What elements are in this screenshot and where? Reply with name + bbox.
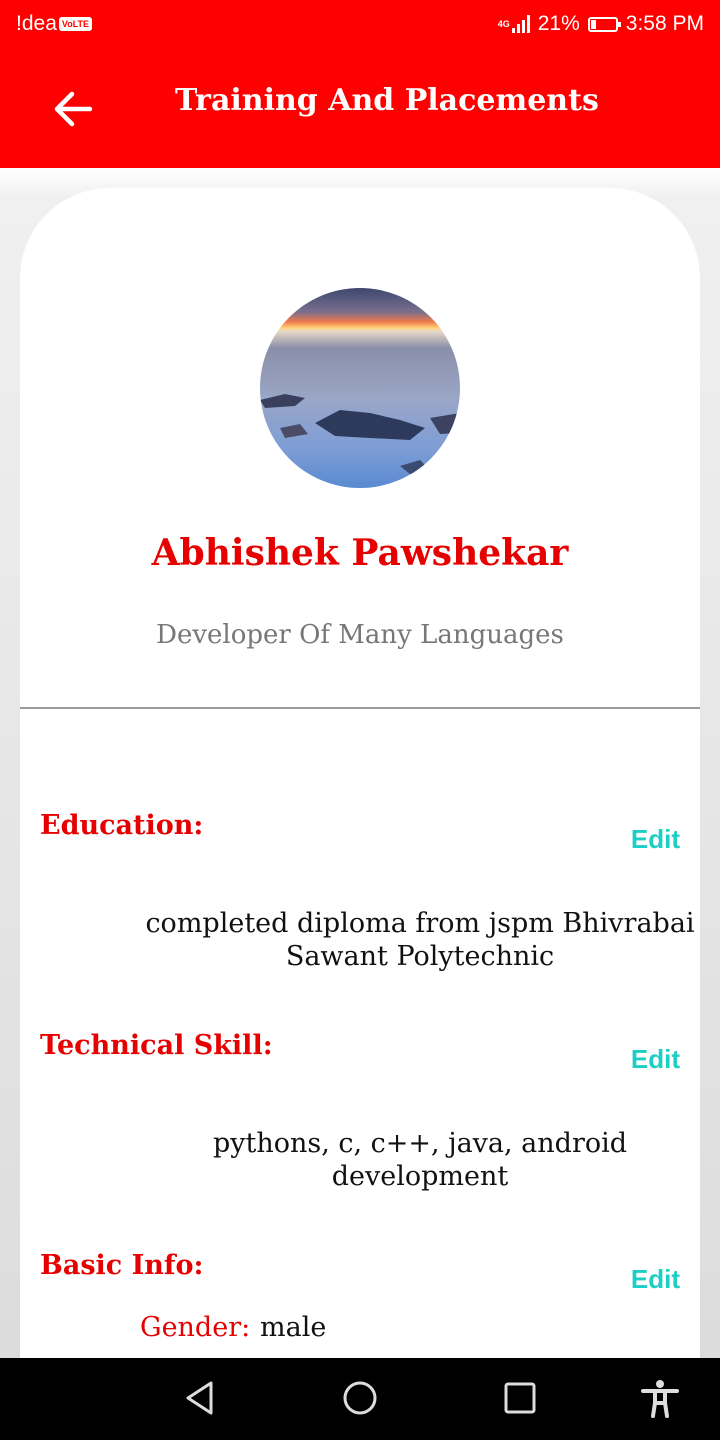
- nav-back-button[interactable]: [180, 1378, 220, 1418]
- nav-recents-button[interactable]: [500, 1378, 540, 1418]
- back-button[interactable]: [50, 86, 96, 132]
- gender-label: Gender:: [140, 1312, 251, 1343]
- nav-home-button[interactable]: [340, 1378, 380, 1418]
- avatar[interactable]: [260, 288, 460, 488]
- app-bar: Training And Placements: [0, 50, 720, 168]
- arrow-left-icon: [54, 91, 93, 127]
- signal-icon: [511, 15, 530, 33]
- education-text-line2: Sawant Polytechnic: [285, 941, 555, 972]
- battery-icon: [587, 16, 621, 32]
- technical-skill-text-line1: pythons, c, c++, java, android: [212, 1128, 628, 1159]
- network-type: 4G: [497, 18, 510, 29]
- main-content: Abhishek Pawshekar Developer Of Many Lan…: [0, 168, 720, 1388]
- clock: 3:58 PM: [625, 12, 704, 35]
- education-title: Education:: [40, 810, 204, 841]
- basic-info-edit-button[interactable]: Edit: [631, 1264, 680, 1295]
- profile-card: Abhishek Pawshekar Developer Of Many Lan…: [20, 188, 700, 1388]
- carrier-name: !dea: [16, 12, 57, 35]
- education-edit-button[interactable]: Edit: [631, 824, 680, 855]
- home-circle-icon: [343, 1381, 377, 1415]
- volte-badge: VoLTE: [58, 17, 93, 31]
- profile-subtitle: Developer Of Many Languages: [156, 620, 564, 650]
- education-text-line1: completed diploma from jspm Bhivrabai: [145, 908, 695, 939]
- education-text: completed diploma from jspm Bhivrabai Sa…: [140, 907, 700, 973]
- basic-info-title: Basic Info:: [40, 1250, 204, 1281]
- nav-accessibility-button[interactable]: [640, 1378, 680, 1418]
- system-nav-bar: [0, 1358, 720, 1440]
- accessibility-icon: [641, 1380, 679, 1418]
- gender-value: male: [260, 1312, 327, 1343]
- page-title: Training And Placements: [175, 83, 599, 118]
- technical-skill-text-line2: development: [331, 1161, 509, 1192]
- technical-skill-title: Technical Skill:: [40, 1030, 273, 1061]
- battery-fill: [590, 19, 596, 29]
- divider: [20, 707, 700, 709]
- recents-square-icon: [504, 1382, 536, 1414]
- back-triangle-icon: [186, 1381, 213, 1415]
- technical-skill-edit-button[interactable]: Edit: [631, 1044, 680, 1075]
- technical-skill-text: pythons, c, c++, java, android developme…: [160, 1127, 680, 1193]
- battery-percent: 21%: [537, 12, 580, 35]
- profile-name: Abhishek Pawshekar: [151, 532, 569, 574]
- signal-group: 4G: [498, 15, 530, 33]
- status-bar: !dea VoLTE 4G 21% 3:58 PM: [0, 0, 720, 50]
- status-right: 4G 21% 3:58 PM: [498, 12, 704, 36]
- avatar-image: [260, 288, 460, 488]
- carrier: !dea VoLTE: [16, 12, 93, 36]
